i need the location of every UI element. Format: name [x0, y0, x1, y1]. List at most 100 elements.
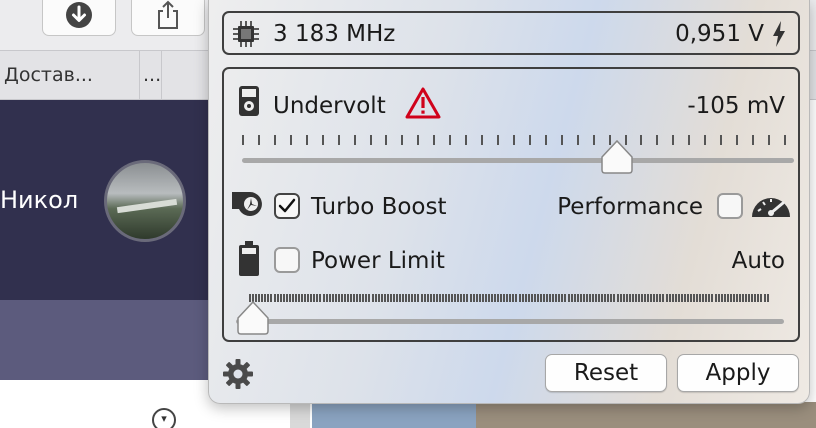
slider-tick [294, 294, 297, 302]
slider-tick [576, 294, 579, 302]
slider-tick [512, 135, 515, 145]
page-image [476, 402, 816, 428]
slider-tick [362, 294, 365, 302]
download-icon [66, 2, 92, 28]
undervolt-popover: 3 183 MHz 0,951 V Undervolt -105 mV Turb… [208, 0, 810, 404]
slider-tick [465, 135, 468, 145]
slider-tick [619, 294, 622, 302]
turbo-boost-checkbox[interactable] [274, 193, 300, 219]
slider-tick [592, 135, 595, 145]
slider-tick [500, 294, 503, 302]
slider-tick [313, 294, 316, 302]
slider-tick [688, 135, 691, 145]
slider-tick [273, 135, 276, 145]
apply-button[interactable]: Apply [677, 354, 799, 392]
slider-tick [552, 294, 555, 302]
slider-tick [573, 294, 576, 302]
slider-tick [392, 294, 395, 302]
slider-tick [401, 135, 404, 145]
slider-tick [411, 294, 414, 302]
download-button[interactable] [42, 0, 116, 36]
slider-tick [539, 294, 542, 302]
slider-tick [257, 135, 260, 145]
power-limit-slider-knob[interactable] [236, 300, 270, 336]
slider-tick [760, 294, 763, 302]
reset-button[interactable]: Reset [545, 354, 667, 392]
slider-tick [704, 135, 707, 145]
slider-tick [337, 294, 340, 302]
slider-tick [527, 294, 530, 302]
slider-tick [647, 294, 650, 302]
slider-tick [592, 294, 594, 302]
slider-tick [449, 135, 452, 145]
status-panel: 3 183 MHz 0,951 V [222, 11, 800, 55]
slider-tick [289, 135, 292, 145]
slider-tick [610, 294, 613, 302]
slider-tick [677, 294, 680, 302]
share-icon [158, 0, 178, 29]
performance-checkbox[interactable] [717, 193, 743, 219]
slider-tick [767, 135, 770, 145]
cpu-chip-icon [233, 21, 259, 47]
undervolt-slider-track[interactable] [242, 158, 794, 163]
slider-tick [457, 294, 460, 302]
slider-tick [748, 294, 751, 302]
checkmark-icon [278, 198, 296, 213]
slider-tick [659, 294, 662, 302]
slider-tick [402, 294, 405, 302]
power-limit-slider-track[interactable] [236, 319, 784, 324]
slider-tick [726, 294, 729, 302]
slider-tick [668, 294, 671, 302]
slider-tick [536, 294, 539, 302]
slider-tick [549, 294, 552, 302]
slider-tick [641, 294, 643, 302]
slider-tick [766, 294, 769, 302]
slider-tick [340, 294, 343, 302]
slider-tick [640, 135, 643, 145]
slider-tick [472, 294, 475, 302]
core-voltage: 0,951 V [675, 21, 764, 47]
multimeter-icon [239, 86, 259, 116]
slider-tick [752, 135, 754, 145]
slider-tick [585, 294, 588, 302]
slider-tick [490, 294, 493, 302]
slider-tick [310, 294, 313, 302]
dropdown-icon[interactable]: ▾ [152, 408, 176, 428]
slider-tick [321, 135, 324, 145]
slider-tick [616, 294, 619, 302]
power-limit-checkbox[interactable] [274, 247, 300, 273]
slider-tick [331, 294, 334, 302]
undervolt-slider-knob[interactable] [600, 139, 634, 175]
slider-tick [469, 294, 472, 302]
browser-tab[interactable]: ... [140, 51, 162, 99]
slider-tick [386, 294, 389, 302]
slider-tick [319, 294, 322, 302]
avatar[interactable] [104, 160, 186, 242]
slider-tick [720, 294, 723, 302]
slider-tick [754, 294, 757, 302]
gear-icon[interactable] [222, 358, 254, 390]
slider-tick [435, 294, 438, 302]
slider-tick [735, 294, 738, 302]
slider-tick [736, 135, 739, 145]
page-strip [290, 400, 310, 428]
slider-tick [304, 294, 307, 302]
slider-tick [544, 135, 547, 145]
slider-tick [405, 294, 408, 302]
slider-tick [337, 135, 340, 145]
slider-tick [353, 294, 356, 302]
slider-tick [301, 294, 304, 302]
slider-tick [460, 294, 463, 302]
slider-tick [487, 294, 490, 302]
slider-tick [543, 294, 545, 302]
slider-tick [417, 294, 420, 302]
browser-tab[interactable]: Достав... [0, 51, 140, 99]
slider-tick [451, 294, 454, 302]
share-button[interactable] [131, 0, 205, 36]
slider-tick [674, 294, 677, 302]
slider-tick [350, 294, 353, 302]
slider-tick [454, 294, 457, 302]
slider-tick [579, 294, 582, 302]
power-limit-value: Auto [731, 248, 785, 274]
slider-tick [399, 294, 402, 302]
